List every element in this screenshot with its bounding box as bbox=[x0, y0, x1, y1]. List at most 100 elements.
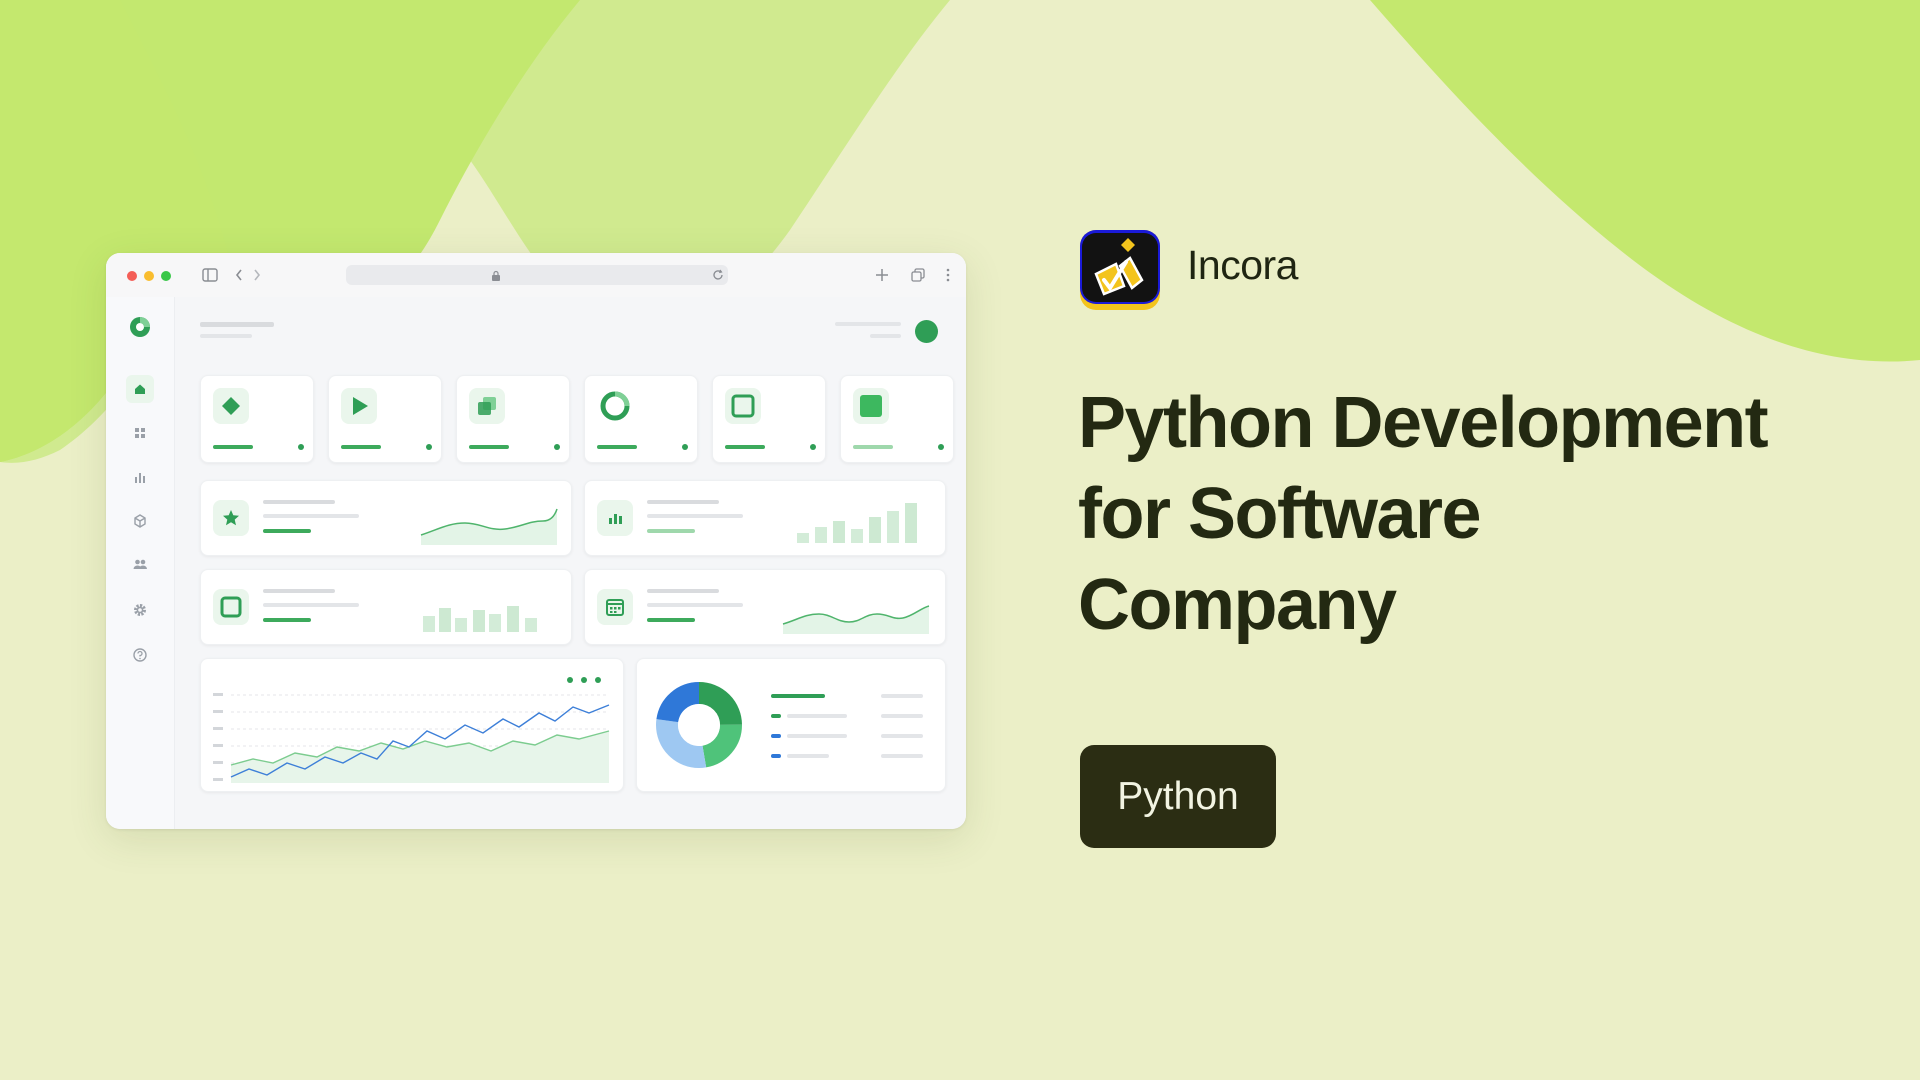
trend-card[interactable] bbox=[584, 480, 946, 556]
more-menu-icon[interactable] bbox=[946, 268, 950, 282]
legend-value bbox=[881, 734, 923, 738]
stat-card-dot bbox=[938, 444, 944, 450]
gear-icon[interactable] bbox=[126, 596, 154, 624]
line-chart-card[interactable] bbox=[200, 658, 624, 792]
lock-icon bbox=[492, 270, 500, 281]
legend-swatch bbox=[771, 754, 781, 758]
stat-card-icon-box bbox=[469, 388, 505, 424]
sidebar-toggle-icon[interactable] bbox=[202, 268, 218, 282]
technology-tag-label: Python bbox=[1117, 774, 1239, 818]
stat-card[interactable] bbox=[328, 375, 442, 463]
legend-value bbox=[881, 694, 923, 698]
legend-swatch bbox=[771, 714, 781, 718]
page-title-line: Python Development bbox=[1078, 383, 1769, 463]
stat-card[interactable] bbox=[584, 375, 698, 463]
donut-chart bbox=[656, 682, 742, 768]
trend-card-subtitle-placeholder bbox=[263, 514, 359, 518]
back-icon[interactable] bbox=[234, 268, 244, 282]
trend-card-icon-box bbox=[213, 500, 249, 536]
line-chart bbox=[213, 693, 610, 783]
square-outline-icon bbox=[731, 394, 755, 418]
sparkline-area bbox=[782, 605, 930, 634]
legend-item bbox=[787, 734, 847, 738]
user-role-placeholder bbox=[870, 334, 901, 338]
stat-card-icon-box bbox=[341, 388, 377, 424]
trend-card-value-placeholder bbox=[647, 529, 695, 533]
grid-icon[interactable] bbox=[126, 419, 154, 447]
page-title: Python Development for Software Company bbox=[1078, 378, 1878, 651]
stat-card-dot bbox=[554, 444, 560, 450]
close-window-button[interactable] bbox=[127, 271, 137, 281]
donut-chart-card[interactable] bbox=[636, 658, 946, 792]
stat-card-icon-box bbox=[725, 388, 761, 424]
stat-card[interactable] bbox=[200, 375, 314, 463]
stat-card-progress bbox=[469, 445, 509, 449]
stat-card-progress bbox=[213, 445, 253, 449]
menu-dot bbox=[567, 677, 573, 683]
stat-card[interactable] bbox=[840, 375, 954, 463]
stat-card[interactable] bbox=[456, 375, 570, 463]
new-tab-icon[interactable] bbox=[875, 268, 889, 282]
line-chart-menu[interactable] bbox=[567, 677, 603, 685]
page-title-line: Company bbox=[1078, 565, 1397, 645]
trend-card-value-placeholder bbox=[263, 618, 311, 622]
trend-card-title-placeholder bbox=[263, 589, 335, 593]
user-name-placeholder bbox=[835, 322, 901, 326]
forward-icon[interactable] bbox=[252, 268, 262, 282]
stat-card-dot bbox=[298, 444, 304, 450]
legend-value bbox=[881, 714, 923, 718]
sparkline-area bbox=[420, 508, 558, 545]
page-title-line: for Software bbox=[1078, 474, 1482, 554]
bar-chart-icon[interactable] bbox=[126, 463, 154, 491]
legend-item bbox=[787, 714, 847, 718]
trend-card[interactable] bbox=[200, 480, 572, 556]
play-icon bbox=[353, 397, 368, 415]
stat-card-icon-box bbox=[213, 388, 249, 424]
trend-card-subtitle-placeholder bbox=[647, 514, 743, 518]
stat-card[interactable] bbox=[712, 375, 826, 463]
bar-chart-icon bbox=[609, 514, 622, 524]
incora-logo-icon bbox=[1080, 230, 1160, 310]
square-outline-icon bbox=[220, 596, 242, 618]
dashboard-content bbox=[175, 297, 966, 829]
trend-card[interactable] bbox=[584, 569, 946, 645]
trend-card-icon-box bbox=[213, 589, 249, 625]
address-bar[interactable] bbox=[346, 265, 728, 285]
calendar-icon bbox=[606, 599, 624, 616]
avatar[interactable] bbox=[915, 320, 938, 343]
trend-card-icon-box bbox=[597, 589, 633, 625]
trend-card-icon-box bbox=[597, 500, 633, 536]
trend-card-value-placeholder bbox=[647, 618, 695, 622]
help-icon[interactable] bbox=[126, 641, 154, 669]
stat-card-progress bbox=[341, 445, 381, 449]
menu-dot bbox=[595, 677, 601, 683]
tabs-overview-icon[interactable] bbox=[911, 268, 925, 282]
ring-icon bbox=[600, 391, 630, 421]
stat-card-dot bbox=[426, 444, 432, 450]
browser-toolbar bbox=[106, 253, 966, 298]
app-sidebar bbox=[106, 297, 175, 829]
trend-card[interactable] bbox=[200, 569, 572, 645]
minimize-window-button[interactable] bbox=[144, 271, 154, 281]
cube-icon[interactable] bbox=[126, 507, 154, 535]
sidebar-item-home[interactable] bbox=[126, 375, 154, 403]
diamond-icon bbox=[222, 397, 240, 415]
stat-card-dot bbox=[682, 444, 688, 450]
legend-swatch bbox=[771, 734, 781, 738]
app-logo-icon bbox=[130, 317, 150, 337]
trend-card-title-placeholder bbox=[647, 589, 719, 593]
legend-value bbox=[881, 754, 923, 758]
technology-tag-button[interactable]: Python bbox=[1080, 745, 1276, 848]
page-title-placeholder bbox=[200, 322, 274, 327]
menu-dot bbox=[581, 677, 587, 683]
maximize-window-button[interactable] bbox=[161, 271, 171, 281]
trend-card-subtitle-placeholder bbox=[647, 603, 743, 607]
users-icon[interactable] bbox=[126, 551, 154, 579]
star-icon bbox=[223, 510, 239, 526]
mini-bar-chart bbox=[423, 606, 537, 632]
trend-card-title-placeholder bbox=[263, 500, 335, 504]
stat-card-icon-box bbox=[853, 388, 889, 424]
browser-mockup bbox=[106, 253, 966, 829]
reload-icon[interactable] bbox=[712, 269, 724, 281]
stat-card-progress bbox=[853, 445, 893, 449]
